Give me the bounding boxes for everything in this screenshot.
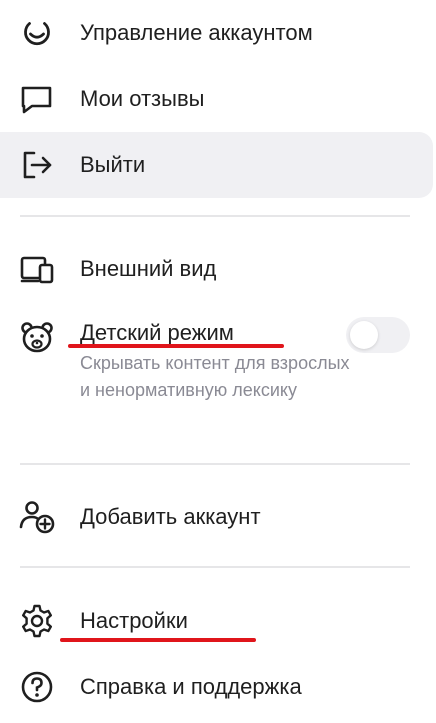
menu-item-settings[interactable]: Настройки [0, 588, 433, 654]
divider [20, 566, 410, 568]
divider [20, 215, 410, 217]
divider [20, 463, 410, 465]
red-underline-annotation [60, 638, 256, 642]
menu-item-label: Настройки [80, 608, 188, 633]
menu-item-label: Управление аккаунтом [80, 20, 313, 45]
menu-item-label: Справка и поддержка [80, 674, 302, 699]
menu-item-label: Внешний вид [80, 256, 217, 281]
add-account-icon [18, 498, 56, 536]
menu-item-label: Добавить аккаунт [80, 504, 261, 529]
bear-icon [18, 318, 56, 356]
menu-item-label: Детский режим [80, 320, 234, 345]
menu-item-account-management[interactable]: Управление аккаунтом [0, 0, 433, 66]
red-underline-annotation [68, 344, 284, 348]
reviews-icon [18, 80, 56, 118]
menu-item-label: Выйти [80, 152, 146, 177]
help-icon [18, 668, 56, 706]
menu-item-my-reviews[interactable]: Мои отзывы [0, 66, 433, 132]
account-manage-icon [18, 14, 56, 52]
menu-item-appearance[interactable]: Внешний вид [0, 236, 433, 302]
appearance-icon [18, 250, 56, 288]
menu-item-help-support[interactable]: Справка и поддержка [0, 654, 433, 720]
menu-item-label: Мои отзывы [80, 86, 205, 111]
menu-item-logout[interactable]: Выйти [0, 132, 433, 198]
toggle-knob [350, 321, 378, 349]
kids-mode-toggle[interactable] [346, 317, 410, 353]
menu-item-add-account[interactable]: Добавить аккаунт [0, 484, 433, 550]
gear-icon [18, 602, 56, 640]
logout-icon [18, 146, 56, 184]
account-menu: Управление аккаунтом Мои отзывы Выйти Вн… [0, 0, 436, 723]
kids-mode-description: Скрывать контент для взрослых и ненормат… [80, 353, 350, 400]
